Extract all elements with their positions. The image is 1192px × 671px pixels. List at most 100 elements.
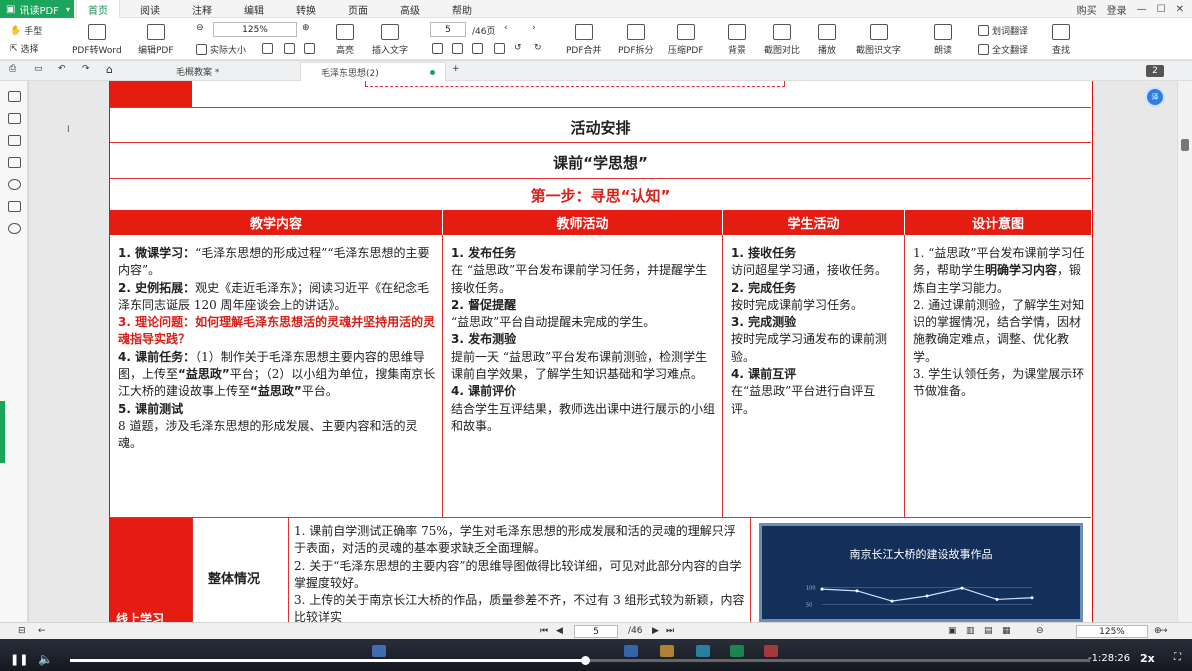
status-zoom-in-icon[interactable]: ⊕ [1154,626,1162,636]
status-page-input[interactable]: 5 [574,625,618,638]
new-tab-icon[interactable]: + [452,64,460,74]
pause-icon[interactable]: ❚❚ [10,653,28,666]
next-page-button[interactable]: › [532,23,536,33]
attachment-icon[interactable] [8,157,21,168]
undo-icon[interactable]: ↶ [58,64,66,74]
translate-bubble-icon[interactable]: 译 [1145,87,1165,107]
tab-advanced[interactable]: 高级 [388,0,432,18]
collapse-handle[interactable] [0,401,5,463]
print-icon[interactable]: ⎙ [9,64,16,74]
export-icon[interactable] [8,201,21,212]
zoom-in-button[interactable]: ⊕ [302,23,310,33]
translate-button[interactable]: 划词翻译 [978,24,1028,37]
ocr-icon [869,24,888,40]
tab-annotate[interactable]: 注释 [180,0,224,18]
pdf-to-word-button[interactable]: PDF转Word [72,24,122,56]
translate-icon [978,25,989,36]
fit-view-icon[interactable]: ▦ [1002,626,1011,636]
arrow-left-icon[interactable]: ← [38,626,46,636]
thumbnails-icon[interactable] [8,113,21,124]
redo-icon[interactable]: ↷ [82,64,90,74]
doc-tab-2[interactable]: 毛泽东思想(2) [300,62,446,81]
zoom-select[interactable]: 125% [213,22,297,37]
tab-home[interactable]: 首页 [76,0,120,18]
scroll-view-icon[interactable]: ▤ [984,626,993,636]
intent-item-2-text: 2. 通过课前测验，了解学生对知识的掌握情况，结合学情，因材施教确定难点，调整、… [913,297,1085,364]
intent-item-1-emphasis: 明确学习内容 [985,263,1058,278]
select-tool[interactable]: ⇱ 选择 [10,42,39,56]
app-menu-button[interactable]: ▣ 讯读PDF ▾ [0,0,74,18]
double-view-icon[interactable]: ▥ [966,626,975,636]
play-button[interactable]: 播放 [818,24,836,56]
next-page-icon[interactable]: ▶ [652,626,659,636]
background-icon [728,24,746,40]
page-input[interactable]: 5 [430,22,466,37]
pdf-split-button[interactable]: PDF拆分 [618,24,654,56]
fit-width-button[interactable] [284,43,295,54]
edit-pdf-button[interactable]: 编辑PDF [138,24,174,56]
double-page-button[interactable] [452,43,463,54]
home-icon[interactable]: ⌂ [106,63,113,76]
history-icon[interactable] [8,179,21,190]
video-progress-track[interactable] [70,656,1090,665]
compare-button[interactable]: 截图对比 [764,24,800,56]
continuous-button[interactable] [472,43,483,54]
teaching-item-1-title: 1. 微课学习： [118,246,196,260]
tab-convert[interactable]: 转换 [284,0,328,18]
prev-page-button[interactable]: ‹ [504,23,508,33]
pdf-merge-button[interactable]: PDF合并 [566,24,602,56]
zoom-out-button[interactable]: ⊖ [196,23,204,33]
insert-text-button[interactable]: 插入文字 [372,24,408,56]
scrollbar-thumb[interactable] [1181,139,1189,151]
tab-page[interactable]: 页面 [336,0,380,18]
single-view-icon[interactable]: ▣ [948,626,957,636]
highlight-button[interactable]: 高亮 [336,24,354,56]
book-view-button[interactable] [494,43,505,54]
document-viewport[interactable]: I 活动安排 课前“学思想” 第一步：寻思“认知” 教学内容 教师活动 学生活动… [29,81,1177,622]
document-tab-bar: ⎙ ▭ ↶ ↷ ⌂ 毛概教案 * 毛泽东思想(2) + [0,61,1192,81]
compress-pdf-button[interactable]: 压缩PDF [668,24,704,56]
chevron-right-icon: › [532,23,536,33]
background-button[interactable]: 背景 [728,24,746,56]
status-zoom-select[interactable]: 125% [1076,625,1148,638]
tab-edit[interactable]: 编辑 [232,0,276,18]
close-icon[interactable]: ✕ [1176,4,1184,15]
tab-help[interactable]: 帮助 [440,0,484,18]
fullscreen-icon[interactable]: ⛶ [1174,652,1181,663]
last-page-icon[interactable]: ⏭ [666,626,674,636]
playback-speed[interactable]: 2x [1140,652,1155,665]
fit-page-button[interactable] [262,43,273,54]
single-page-icon [432,43,443,54]
video-player-bar: ❚❚ 🔈 -1:28:26 2x ⛶ [0,639,1192,671]
ocr-button[interactable]: 截图识文字 [856,24,901,56]
prev-page-icon[interactable]: ◀ [556,626,563,636]
minimize-icon[interactable]: — [1137,4,1147,15]
first-page-icon[interactable]: ⏮ [540,626,548,636]
doc-tab-1[interactable]: 毛概教案 * [156,62,296,81]
rotate-left-button[interactable]: ↺ [514,43,522,53]
actual-size-button[interactable]: 实际大小 [196,43,246,56]
tab-read[interactable]: 阅读 [128,0,172,18]
read-aloud-button[interactable]: 朗读 [934,24,952,56]
login-link[interactable]: 登录 [1107,2,1127,17]
text-select-button[interactable] [304,43,315,54]
overall-item-1: 1. 课前自学测试正确率 75%，学生对毛泽东思想的形成发展和活的灵魂的理解只浮… [294,524,736,556]
hand-tool[interactable]: ✋ 手型 [10,24,42,38]
full-translate-button[interactable]: 全文翻译 [978,43,1028,56]
chart-point [855,589,859,593]
vertical-scrollbar[interactable] [1177,81,1192,622]
status-zoom-out-icon[interactable]: ⊖ [1036,626,1044,636]
find-button[interactable]: 查找 [1052,24,1070,56]
save-icon[interactable]: ▭ [34,64,43,74]
comment-icon[interactable] [8,135,21,146]
view-icon[interactable] [8,223,21,234]
rotate-right-button[interactable]: ↻ [534,43,542,53]
outline-icon[interactable] [8,91,21,102]
volume-icon[interactable]: 🔈 [38,652,53,666]
column-divider [192,518,193,622]
sidebar-toggle-icon[interactable]: ⊟ [18,626,26,636]
buy-link[interactable]: 购买 [1077,2,1097,17]
single-page-button[interactable] [432,43,443,54]
maximize-icon[interactable]: ☐ [1157,4,1166,15]
video-progress-knob[interactable] [581,656,591,665]
